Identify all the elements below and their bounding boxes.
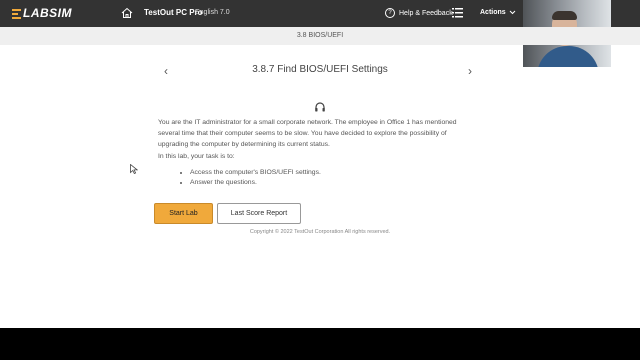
bottom-black-bar [0, 328, 640, 360]
breadcrumb[interactable]: 3.8 BIOS/UEFI [0, 32, 640, 39]
labsim-logo[interactable]: LABSIM [12, 6, 72, 20]
start-lab-button[interactable]: Start Lab [154, 203, 213, 224]
logo-text: LABSIM [23, 6, 72, 20]
actions-menu[interactable]: Actions [480, 9, 516, 16]
lab-description: You are the IT administrator for a small… [158, 119, 457, 148]
actions-label: Actions [480, 9, 506, 16]
last-score-report-button[interactable]: Last Score Report [217, 203, 301, 224]
list-icon[interactable] [452, 7, 463, 18]
logo-mark-icon [12, 7, 21, 19]
chevron-down-icon [509, 10, 516, 15]
language-version: English 7.0 [195, 9, 230, 16]
headset-icon [315, 102, 325, 112]
home-icon[interactable] [121, 7, 133, 19]
product-name[interactable]: TestOut PC Pro [144, 8, 203, 17]
task-item: Access the computer's BIOS/UEFI settings… [190, 168, 321, 178]
help-icon: ? [385, 8, 395, 18]
help-feedback-button[interactable]: ? Help & Feedback [385, 8, 453, 18]
task-list: Access the computer's BIOS/UEFI settings… [176, 168, 321, 188]
next-lesson-button[interactable]: › [468, 64, 472, 78]
task-intro: In this lab, your task is to: [158, 153, 235, 160]
copyright-footer: Copyright © 2022 TestOut Corporation All… [249, 229, 391, 235]
page-title: 3.8.7 Find BIOS/UEFI Settings [252, 64, 388, 75]
help-label: Help & Feedback [399, 9, 453, 17]
task-item: Answer the questions. [190, 178, 321, 188]
mouse-cursor-icon [130, 164, 138, 174]
